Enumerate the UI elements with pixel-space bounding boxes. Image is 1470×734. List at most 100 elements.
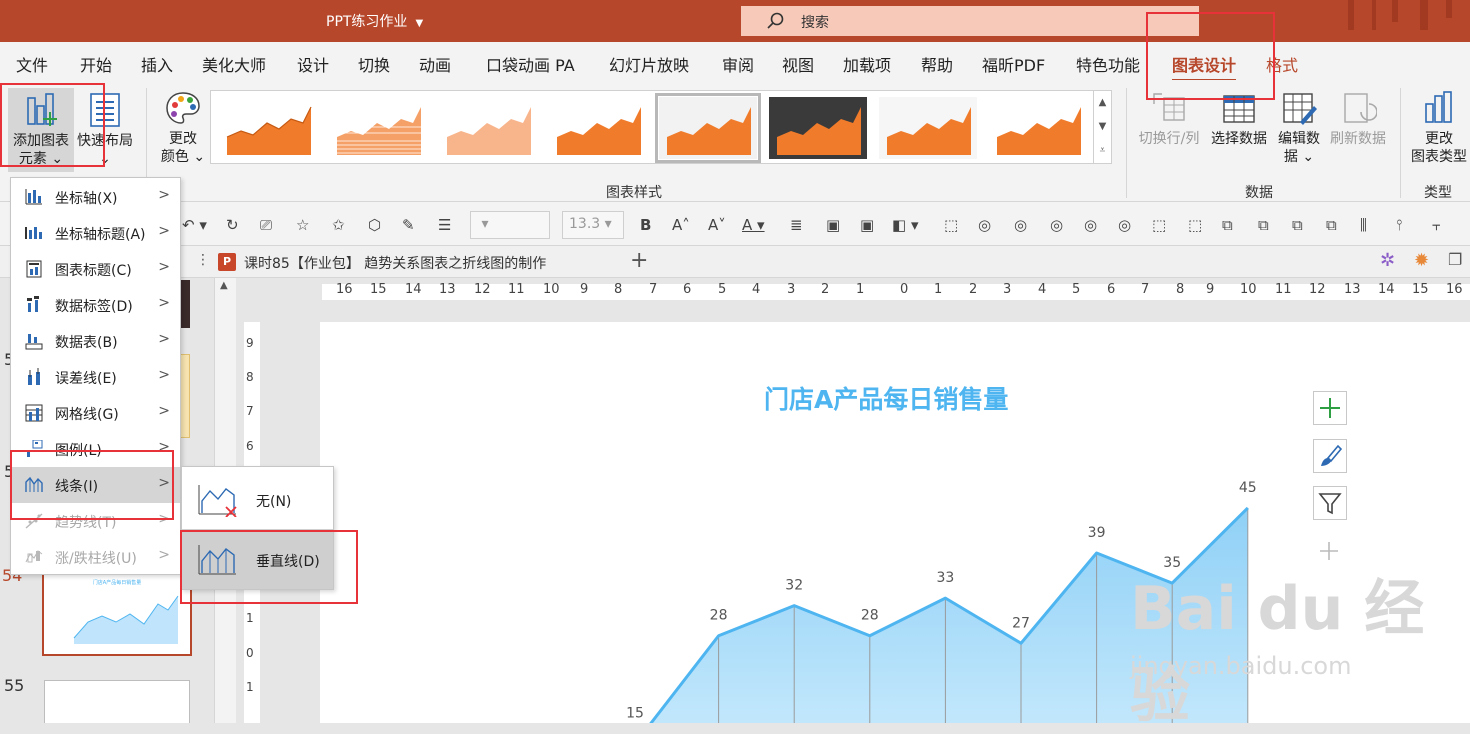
union-icon[interactable]: ◎ [1014,216,1027,234]
bring-forward-icon[interactable]: ⧉ [1222,216,1233,234]
tab-help[interactable]: 帮助 [921,52,953,76]
ruler-label: 16 [1446,282,1463,297]
change-colors-button[interactable]: 更改 颜色 ⌄ [154,90,212,166]
gallery-scroll[interactable]: ▲ ▼ ⩡ [1093,91,1111,163]
horizontal-ruler-track: 16 15 14 13 12 11 10 9 8 7 6 5 4 3 2 1 0… [322,282,1470,300]
increase-font-icon[interactable]: A˄ [672,216,690,234]
tab-beautify[interactable]: 美化大师 [202,52,266,76]
ungroup-icon[interactable]: ⬚ [1188,216,1202,234]
ruler-label: 13 [439,282,456,297]
intersect-icon[interactable]: ◎ [1118,216,1131,234]
chart-style-2[interactable] [329,97,427,159]
slide-thumbnail[interactable] [180,280,190,328]
chart-style-3[interactable] [439,97,537,159]
tab-view[interactable]: 视图 [782,52,814,76]
restore-window-icon[interactable]: ❐ [1448,250,1462,269]
shape-fill-icon[interactable]: ◧ ▾ [892,216,918,234]
chart-style-1[interactable] [219,97,317,159]
chart-style-5[interactable] [655,93,761,163]
tab-features[interactable]: 特色功能 [1076,52,1140,76]
textbox-vertical-icon[interactable]: ▣ [860,216,874,234]
menu-item-data-table[interactable]: 数据表(B) > [11,323,180,359]
slide-thumbnail-active[interactable]: 门店A产品每日销售量 [42,572,192,656]
slide-thumbnail[interactable] [44,680,190,723]
distribute-icon[interactable]: ⫯ [1396,216,1403,234]
decrease-font-icon[interactable]: A˅ [708,216,726,234]
submenu-item-none[interactable]: 无(N) [182,469,333,529]
tab-review[interactable]: 审阅 [722,52,754,76]
star-icon[interactable]: ☆ [296,216,309,234]
font-size-combo[interactable]: 13.3 ▾ [562,211,624,239]
tab-design[interactable]: 设计 [297,52,329,76]
fragment-icon[interactable]: ◎ [1084,216,1097,234]
ruler-label: 14 [405,282,422,297]
magic-icon[interactable]: ✲ [1380,250,1395,271]
undo-icon[interactable]: ↶ ▾ [182,216,207,234]
merge-shapes-icon[interactable]: ◎ [978,216,991,234]
menu-item-error-bars[interactable]: 误差线(E) > [11,359,180,395]
submenu-item-label: 无(N) [256,494,292,510]
format-painter-icon[interactable]: ✎ [402,216,415,234]
tab-animations[interactable]: 动画 [419,52,451,76]
chart-elements-button[interactable] [1313,391,1347,425]
present-icon[interactable]: ⎚ [260,216,272,234]
chart-style-4[interactable] [549,97,647,159]
tab-transitions[interactable]: 切换 [358,52,390,76]
brush-icon [1321,444,1343,466]
menu-item-label: 数据表(B) [55,335,118,351]
menu-item-axes[interactable]: 坐标轴(X) > [11,179,180,215]
tab-foxit-pdf[interactable]: 福昕PDF [982,52,1045,76]
bring-front-icon[interactable]: ⧉ [1292,216,1303,234]
chevron-up-icon[interactable]: ▲ [1094,91,1111,115]
chart-style-8[interactable] [989,97,1087,159]
bold-icon[interactable]: B [640,216,651,234]
more-tabs-icon[interactable]: ⋮ [196,252,210,268]
document-title[interactable]: PPT练习作业 ▼ [326,11,423,31]
more-tools-icon[interactable]: ⫟ [1432,216,1441,234]
menu-item-gridlines[interactable]: 网格线(G) > [11,395,180,431]
chart-style-7[interactable] [879,97,977,159]
font-name-combo[interactable]: ▾ [470,211,550,239]
powerpoint-file-icon: P [218,253,236,271]
list-icon[interactable]: ☰ [438,216,451,234]
menu-item-data-labels[interactable]: 数据标签(D) > [11,287,180,323]
gallery-expand-icon[interactable]: ⩡ [1094,139,1111,163]
textbox-icon[interactable]: ▣ [826,216,840,234]
tab-slideshow[interactable]: 幻灯片放映 [609,52,689,76]
chart-styles-button[interactable] [1313,439,1347,473]
shape-icon[interactable]: ⬡ [368,216,381,234]
chart-filters-button[interactable] [1313,486,1347,520]
ruler-label: 9 [580,282,589,297]
combine-icon[interactable]: ◎ [1050,216,1063,234]
chevron-down-icon[interactable]: ▼ [1094,115,1111,139]
settings-gear-icon[interactable]: ✹ [1414,250,1429,271]
tab-file[interactable]: 文件 [16,52,48,76]
tab-insert[interactable]: 插入 [141,52,173,76]
search-box[interactable]: 搜索 [741,6,1199,36]
redo-icon[interactable]: ↻ [226,216,239,234]
edit-points-icon[interactable]: ⬚ [944,216,958,234]
change-chart-type-button[interactable]: 更改 图表类型 [1408,90,1470,166]
scroll-up-icon[interactable]: ▲ [220,280,228,291]
send-backward-icon[interactable]: ⧉ [1258,216,1269,234]
font-color-icon[interactable]: A ▾ [742,216,765,234]
star-outline-icon[interactable]: ✩ [332,216,345,234]
menu-item-axis-titles[interactable]: 坐标轴标题(A) > [11,215,180,251]
refresh-data-icon [1344,93,1377,123]
tab-pocket-animation[interactable]: 口袋动画 PA [486,52,575,76]
tab-addins[interactable]: 加载项 [843,52,891,76]
chart-data-label: 32 [785,578,803,594]
menu-item-label: 数据标签(D) [55,299,133,315]
switch-row-column-label: 切换行/列 [1138,131,1200,147]
paragraph-icon[interactable]: ≣ [790,216,803,234]
change-chart-type-label-2: 图表类型 [1411,149,1467,165]
new-tab-icon[interactable]: + [630,248,648,273]
document-tab-title[interactable]: 课时85【作业包】 趋势关系图表之折线图的制作 [244,253,546,273]
chart-style-6[interactable] [769,97,867,159]
group-icon[interactable]: ⬚ [1152,216,1166,234]
send-back-icon[interactable]: ⧉ [1326,216,1337,234]
edit-data-button[interactable]: 编辑数 据 ⌄ [1272,90,1326,166]
menu-item-chart-title[interactable]: 图表标题(C) > [11,251,180,287]
align-icon[interactable]: ⫼ [1360,216,1367,234]
tab-home[interactable]: 开始 [80,52,112,76]
